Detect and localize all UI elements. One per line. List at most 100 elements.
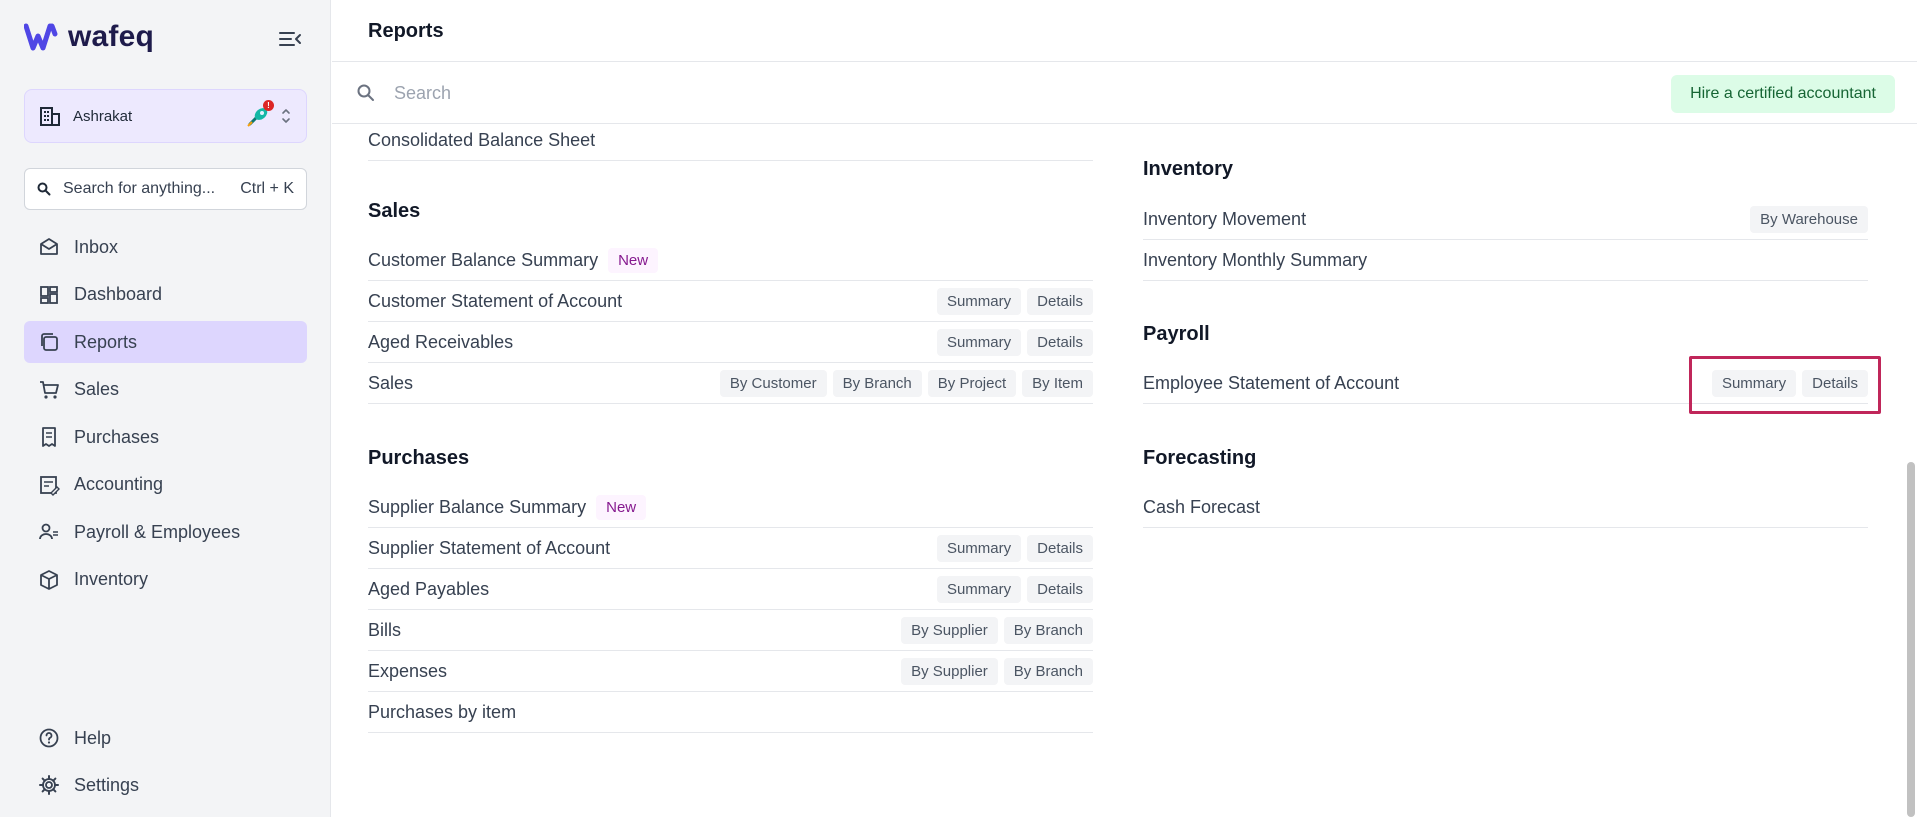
report-row-supplier-balance-summary[interactable]: Supplier Balance Summary New	[368, 487, 1093, 528]
report-variants: Summary Details	[936, 534, 1093, 562]
sidebar-item-label: Help	[74, 727, 112, 748]
variant-by-branch-button[interactable]: By Branch	[832, 369, 922, 397]
variant-details-button[interactable]: Details	[1802, 369, 1868, 397]
organization-switcher[interactable]: Ashrakat !	[24, 89, 307, 143]
variant-summary-button[interactable]: Summary	[936, 328, 1022, 356]
main-content: Reports Hire a certified accountant Cons…	[332, 0, 1917, 817]
sidebar-item-label: Inventory	[74, 569, 149, 589]
report-row-aged-payables[interactable]: Aged Payables Summary Details	[368, 569, 1093, 610]
logo[interactable]: wafeq	[24, 20, 154, 54]
report-variants: By Supplier By Branch	[901, 616, 1093, 644]
reports-search-input[interactable]	[394, 78, 1294, 108]
box-icon	[40, 569, 58, 590]
report-row-cash-forecast[interactable]: Cash Forecast	[1143, 487, 1868, 528]
variant-details-button[interactable]: Details	[1027, 534, 1093, 562]
hire-accountant-button[interactable]: Hire a certified accountant	[1671, 75, 1895, 113]
report-link[interactable]: Inventory Monthly Summary	[1143, 250, 1367, 271]
report-link[interactable]: Aged Payables	[368, 579, 489, 600]
sidebar-item-inventory[interactable]: Inventory	[24, 559, 307, 601]
collapse-sidebar-icon[interactable]	[278, 28, 302, 50]
report-link[interactable]: Supplier Statement of Account	[368, 538, 610, 559]
report-row-aged-receivables[interactable]: Aged Receivables Summary Details	[368, 322, 1093, 363]
report-row-purchases-by-item[interactable]: Purchases by item	[368, 692, 1093, 733]
variant-details-button[interactable]: Details	[1027, 575, 1093, 603]
chevron-up-down-icon	[282, 109, 290, 123]
gear-icon	[39, 775, 59, 795]
report-row-customer-balance-summary[interactable]: Customer Balance Summary New	[368, 240, 1093, 281]
report-row-supplier-statement[interactable]: Supplier Statement of Account Summary De…	[368, 528, 1093, 569]
sidebar-item-sales[interactable]: Sales	[24, 369, 307, 411]
sidebar-nav: Inbox Dashboard Reports Sales Purchases …	[24, 226, 307, 606]
report-variants: Summary Details	[936, 328, 1093, 356]
sidebar-item-reports[interactable]: Reports	[24, 321, 307, 363]
variant-details-button[interactable]: Details	[1027, 328, 1093, 356]
sidebar-item-inbox[interactable]: Inbox	[24, 226, 307, 268]
report-link[interactable]: Bills	[368, 620, 401, 641]
report-link[interactable]: Consolidated Balance Sheet	[368, 130, 595, 151]
reports-icon	[41, 333, 58, 351]
report-link[interactable]: Customer Statement of Account	[368, 291, 622, 312]
report-link[interactable]: Customer Balance Summary	[368, 250, 598, 271]
sidebar-item-label: Reports	[74, 331, 138, 352]
sidebar-item-help[interactable]: Help	[24, 717, 307, 759]
notifications-avatar[interactable]: !	[244, 100, 274, 130]
report-link[interactable]: Cash Forecast	[1143, 497, 1260, 518]
scrollbar-thumb[interactable]	[1907, 462, 1915, 817]
global-search-input[interactable]: Search for anything... Ctrl + K	[24, 168, 307, 210]
report-variants: By Customer By Branch By Project By Item	[719, 369, 1093, 397]
report-row-expenses[interactable]: Expenses By Supplier By Branch	[368, 651, 1093, 692]
report-link[interactable]: Purchases by item	[368, 702, 516, 723]
report-row-inventory-monthly-summary[interactable]: Inventory Monthly Summary	[1143, 240, 1868, 281]
report-link[interactable]: Aged Receivables	[368, 332, 513, 353]
report-variants: By Warehouse	[1750, 205, 1868, 233]
section-title-inventory: Inventory	[1143, 158, 1234, 180]
variant-details-button[interactable]: Details	[1027, 287, 1093, 315]
report-link[interactable]: Sales	[368, 373, 413, 394]
variant-by-supplier-button[interactable]: By Supplier	[901, 657, 998, 685]
variant-by-supplier-button[interactable]: By Supplier	[901, 616, 998, 644]
report-variants: Summary Details	[1711, 369, 1868, 397]
report-link[interactable]: Employee Statement of Account	[1143, 373, 1399, 394]
inbox-icon	[40, 238, 58, 255]
report-variants: Summary Details	[936, 575, 1093, 603]
sidebar-item-purchases[interactable]: Purchases	[24, 416, 307, 458]
report-link[interactable]: Inventory Movement	[1143, 209, 1306, 230]
variant-by-branch-button[interactable]: By Branch	[1003, 657, 1093, 685]
report-variants: By Supplier By Branch	[901, 657, 1093, 685]
report-link[interactable]: Expenses	[368, 661, 447, 682]
people-icon	[39, 523, 58, 540]
sidebar-item-label: Payroll & Employees	[74, 521, 241, 542]
page-title: Reports	[368, 20, 444, 42]
section-title-payroll: Payroll	[1143, 323, 1210, 345]
sidebar-item-dashboard[interactable]: Dashboard	[24, 274, 307, 316]
notification-badge: !	[263, 100, 274, 111]
new-badge: New	[596, 494, 647, 520]
new-badge: New	[608, 247, 659, 273]
section-title-forecasting: Forecasting	[1143, 447, 1257, 469]
variant-by-customer-button[interactable]: By Customer	[719, 369, 827, 397]
report-link[interactable]: Supplier Balance Summary	[368, 497, 586, 518]
variant-summary-button[interactable]: Summary	[1711, 369, 1797, 397]
report-row-inventory-movement[interactable]: Inventory Movement By Warehouse	[1143, 199, 1868, 240]
sidebar-item-payroll-employees[interactable]: Payroll & Employees	[24, 511, 307, 553]
report-row-employee-statement[interactable]: Employee Statement of Account Summary De…	[1143, 363, 1868, 404]
variant-summary-button[interactable]: Summary	[936, 534, 1022, 562]
sidebar-item-label: Dashboard	[74, 284, 163, 304]
report-row-bills[interactable]: Bills By Supplier By Branch	[368, 610, 1093, 651]
logo-text: wafeq	[68, 20, 155, 53]
section-title-purchases: Purchases	[368, 447, 470, 469]
variant-by-warehouse-button[interactable]: By Warehouse	[1750, 205, 1868, 233]
variant-summary-button[interactable]: Summary	[936, 575, 1022, 603]
variant-summary-button[interactable]: Summary	[936, 287, 1022, 315]
sidebar-item-accounting[interactable]: Accounting	[24, 464, 307, 506]
sidebar-item-settings[interactable]: Settings	[24, 764, 307, 806]
report-row-customer-statement[interactable]: Customer Statement of Account Summary De…	[368, 281, 1093, 322]
variant-by-branch-button[interactable]: By Branch	[1003, 616, 1093, 644]
variant-by-item-button[interactable]: By Item	[1022, 369, 1093, 397]
report-row-sales[interactable]: Sales By Customer By Branch By Project B…	[368, 363, 1093, 404]
global-search-placeholder: Search for anything...	[63, 180, 216, 197]
report-row-consolidated-balance-sheet[interactable]: Consolidated Balance Sheet	[368, 124, 1093, 161]
variant-by-project-button[interactable]: By Project	[927, 369, 1017, 397]
sidebar-item-label: Settings	[74, 774, 140, 795]
ledger-icon	[40, 475, 60, 496]
